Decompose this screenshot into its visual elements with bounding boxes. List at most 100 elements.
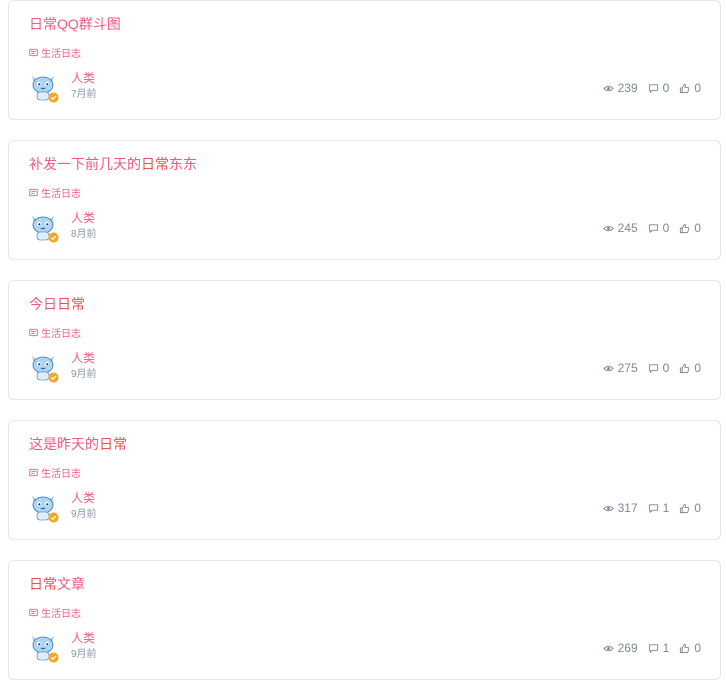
thumbs-up-icon	[680, 503, 690, 513]
comments-count: 0	[662, 361, 670, 375]
likes-stat[interactable]: 0	[679, 501, 701, 515]
post-card[interactable]: 这是昨天的日常 生活日志 人类 9月前 317 1 0	[8, 420, 721, 540]
post-title[interactable]: 这是昨天的日常	[29, 434, 127, 454]
category-label: 生活日志	[41, 48, 81, 60]
views-stat: 317	[602, 501, 638, 515]
post-time: 8月前	[71, 229, 97, 240]
post-time: 9月前	[71, 649, 97, 660]
comment-icon	[648, 83, 658, 93]
comments-count: 1	[662, 641, 670, 655]
post-stats: 269 1 0	[593, 640, 701, 656]
views-stat: 269	[602, 641, 638, 655]
post-card[interactable]: 日常QQ群斗图 生活日志 人类 7月前 239 0 0	[8, 0, 721, 120]
eye-icon	[602, 85, 614, 91]
comments-count: 0	[662, 221, 670, 235]
thumbs-up-icon	[680, 643, 690, 653]
category-tag[interactable]: 生活日志	[29, 465, 81, 480]
post-title-text: 今日	[29, 296, 57, 312]
thumbs-up-icon	[680, 363, 690, 373]
post-title-highlight: 日常	[29, 576, 57, 592]
avatar[interactable]	[29, 72, 59, 103]
verified-badge-icon	[48, 92, 59, 103]
comments-count: 0	[662, 81, 670, 95]
comments-stat[interactable]: 0	[648, 361, 670, 375]
category-tag[interactable]: 生活日志	[29, 325, 81, 340]
category-label: 生活日志	[41, 328, 81, 340]
author-name[interactable]: 人类	[71, 71, 95, 85]
views-count: 239	[617, 81, 638, 95]
thumbs-up-icon	[680, 83, 690, 93]
comments-stat[interactable]: 1	[648, 641, 670, 655]
eye-icon	[602, 225, 614, 231]
post-title-text: 补发一下前几天的	[29, 156, 141, 172]
category-icon	[29, 328, 38, 336]
eye-icon	[602, 365, 614, 371]
eye-icon	[602, 645, 614, 651]
views-stat: 239	[602, 81, 638, 95]
post-title-text-end: 东东	[169, 156, 197, 172]
comment-icon	[648, 363, 658, 373]
post-title-highlight: 日常	[99, 436, 127, 452]
verified-badge-icon	[48, 652, 59, 663]
post-time: 9月前	[71, 509, 97, 520]
verified-badge-icon	[48, 512, 59, 523]
likes-count: 0	[694, 221, 701, 235]
category-icon	[29, 48, 38, 56]
likes-stat[interactable]: 0	[679, 361, 701, 375]
comments-stat[interactable]: 0	[648, 81, 670, 95]
likes-stat[interactable]: 0	[679, 81, 701, 95]
comments-stat[interactable]: 1	[648, 501, 670, 515]
likes-stat[interactable]: 0	[679, 221, 701, 235]
post-title-highlight: 日常	[57, 296, 85, 312]
views-count: 269	[617, 641, 638, 655]
avatar[interactable]	[29, 492, 59, 523]
category-icon	[29, 468, 38, 476]
post-title-text: 这是昨天的	[29, 436, 99, 452]
post-card[interactable]: 今日日常 生活日志 人类 9月前 275 0 0	[8, 280, 721, 400]
category-icon	[29, 608, 38, 616]
post-title-text: 日常QQ群斗图	[29, 16, 121, 32]
post-title[interactable]: 日常QQ群斗图	[29, 14, 121, 34]
post-time: 7月前	[71, 89, 97, 100]
likes-count: 0	[694, 361, 701, 375]
views-stat: 245	[602, 221, 638, 235]
post-stats: 239 0 0	[593, 80, 701, 96]
post-time: 9月前	[71, 369, 97, 380]
likes-count: 0	[694, 641, 701, 655]
post-title[interactable]: 今日日常	[29, 294, 85, 314]
post-title[interactable]: 日常文章	[29, 574, 85, 594]
likes-count: 0	[694, 81, 701, 95]
comment-icon	[648, 503, 658, 513]
views-stat: 275	[602, 361, 638, 375]
post-title[interactable]: 补发一下前几天的日常东东	[29, 154, 197, 174]
post-card[interactable]: 补发一下前几天的日常东东 生活日志 人类 8月前 245 0 0	[8, 140, 721, 260]
author-name[interactable]: 人类	[71, 631, 95, 645]
thumbs-up-icon	[680, 223, 690, 233]
avatar[interactable]	[29, 632, 59, 663]
post-title-highlight: 日常	[141, 156, 169, 172]
author-name[interactable]: 人类	[71, 491, 95, 505]
category-tag[interactable]: 生活日志	[29, 45, 81, 60]
author-name[interactable]: 人类	[71, 211, 95, 225]
views-count: 275	[617, 361, 638, 375]
category-tag[interactable]: 生活日志	[29, 605, 81, 620]
verified-badge-icon	[48, 372, 59, 383]
post-stats: 275 0 0	[593, 360, 701, 376]
likes-stat[interactable]: 0	[679, 641, 701, 655]
comments-stat[interactable]: 0	[648, 221, 670, 235]
category-tag[interactable]: 生活日志	[29, 185, 81, 200]
category-label: 生活日志	[41, 188, 81, 200]
views-count: 245	[617, 221, 638, 235]
avatar[interactable]	[29, 212, 59, 243]
post-title-text-end: 文章	[57, 576, 85, 592]
eye-icon	[602, 505, 614, 511]
post-card[interactable]: 日常文章 生活日志 人类 9月前 269 1 0	[8, 560, 721, 680]
category-icon	[29, 188, 38, 196]
comments-count: 1	[662, 501, 670, 515]
views-count: 317	[617, 501, 638, 515]
avatar[interactable]	[29, 352, 59, 383]
verified-badge-icon	[48, 232, 59, 243]
comment-icon	[648, 223, 658, 233]
author-name[interactable]: 人类	[71, 351, 95, 365]
comment-icon	[648, 643, 658, 653]
